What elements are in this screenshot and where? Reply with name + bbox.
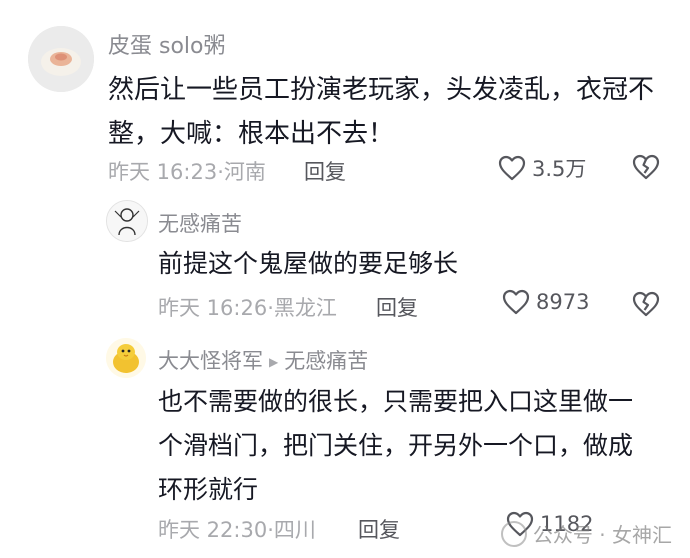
- comment-location: 四川: [273, 518, 316, 542]
- username[interactable]: 无感痛苦: [158, 208, 242, 238]
- reply-to-username[interactable]: 无感痛苦: [284, 349, 368, 373]
- comment-text: 也不需要做的很长，只需要把入口这里做一 个滑档门，把门关住，开另外一个口，做成 …: [158, 380, 633, 512]
- comment-time: 昨天 16:23: [108, 160, 218, 184]
- avatar-image: [106, 338, 146, 378]
- watermark: 公众号 · 女神汇: [500, 519, 672, 548]
- comment-location: 黑龙江: [273, 296, 337, 320]
- comment-text: 然后让一些员工扮演老玩家，头发凌乱，衣冠不 整，大喊：根本出不去！: [108, 68, 654, 156]
- meta-separator: ·: [267, 518, 274, 542]
- meta-separator: ·: [267, 296, 274, 320]
- dislike-button[interactable]: [632, 154, 660, 184]
- comment-meta: 昨天 16:26·黑龙江: [158, 292, 337, 322]
- username[interactable]: 大大怪将军 ▶ 无感痛苦: [158, 345, 368, 375]
- comment-line: 整，大喊：根本出不去！: [108, 119, 395, 149]
- comment-line: 前提这个鬼屋做的要足够长: [158, 249, 459, 278]
- dislike-button[interactable]: [632, 291, 660, 321]
- broken-heart-icon: [632, 291, 660, 317]
- avatar[interactable]: [28, 26, 94, 92]
- watermark-text: 公众号 · 女神汇: [532, 523, 672, 547]
- heart-outline-icon: [502, 289, 530, 315]
- comment-line: 然后让一些员工扮演老玩家，头发凌乱，衣冠不: [108, 75, 655, 105]
- reply-arrow-icon: ▶: [269, 355, 279, 369]
- comment-line: 也不需要做的很长，只需要把入口这里做一: [158, 387, 634, 416]
- comment-time: 昨天 16:26: [158, 296, 268, 320]
- broken-heart-icon: [632, 154, 660, 180]
- reply-button[interactable]: 回复: [358, 514, 400, 544]
- like-count: 3.5万: [532, 157, 587, 181]
- comment-meta: 昨天 22:30·四川: [158, 514, 316, 544]
- avatar[interactable]: [106, 200, 148, 242]
- username-text: 大大怪将军: [158, 349, 263, 373]
- heart-outline-icon: [498, 155, 526, 181]
- meta-separator: ·: [217, 160, 224, 184]
- avatar-image: [28, 26, 94, 92]
- avatar[interactable]: [106, 338, 146, 378]
- username[interactable]: 皮蛋 solo粥: [108, 28, 226, 60]
- reply-button[interactable]: 回复: [304, 156, 346, 186]
- comment-time: 昨天 22:30: [158, 518, 268, 542]
- reply-button[interactable]: 回复: [376, 292, 418, 322]
- like-button[interactable]: 8973: [502, 289, 589, 315]
- comment-text: 前提这个鬼屋做的要足够长: [158, 242, 458, 286]
- comment-line: 环形就行: [158, 475, 259, 504]
- like-count: 8973: [536, 290, 590, 314]
- like-button[interactable]: 3.5万: [498, 153, 586, 183]
- comment-line: 个滑档门，把门关住，开另外一个口，做成: [158, 431, 634, 460]
- comment-meta: 昨天 16:23·河南: [108, 156, 266, 186]
- avatar-image: [107, 201, 147, 241]
- comment-location: 河南: [223, 160, 266, 184]
- wechat-icon: [500, 520, 527, 547]
